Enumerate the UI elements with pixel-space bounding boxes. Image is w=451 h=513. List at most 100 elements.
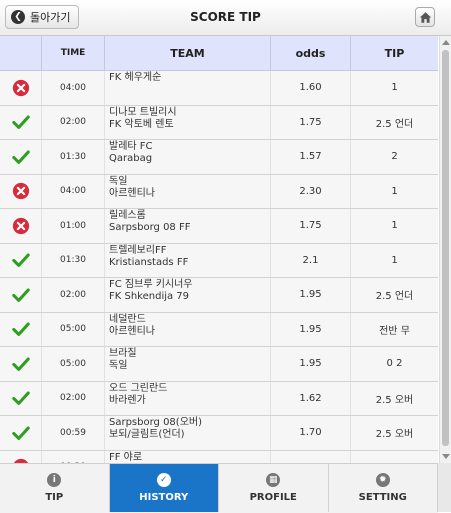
cross-circle-icon — [0, 71, 42, 105]
table-row[interactable]: 00:59 Sarpsborg 08(오버) 보되/글림트(언더) 1.70 2.5 오… — [0, 416, 438, 451]
row-tip: 1 — [391, 254, 398, 266]
scrollbar[interactable] — [439, 36, 451, 463]
row-tip: 2.5 오버 — [375, 429, 414, 441]
row-time: 01:30 — [42, 243, 105, 277]
row-team: 네덜란드 아르헨티나 — [105, 312, 271, 346]
table-row[interactable]: 02:00 FC 짐브루 키시너우 FK Shkendija 79 1.95 2.5 언… — [0, 278, 438, 313]
row-time: 01:00 — [42, 209, 105, 243]
row-team-home: 오드 그린란드 — [109, 382, 168, 394]
table-row[interactable]: 05:00 네덜란드 아르헨티나 1.95 전반 무 — [0, 312, 438, 347]
header-odds: odds — [271, 36, 351, 70]
row-tip: 1 — [391, 82, 398, 94]
table-row[interactable]: 04:00 독일 아르헨티나 2.30 1 — [0, 174, 438, 209]
row-team-away: FK Shkendija 79 — [109, 291, 190, 302]
table-header: TIME TEAM odds TIP — [0, 36, 438, 71]
table-row[interactable]: 05:00 브라질 독일 1.95 0 2 — [0, 347, 438, 382]
row-team-away: Qarabag — [109, 153, 153, 164]
check-icon — [0, 105, 42, 139]
table-row[interactable]: 01:00 릴레스롬 Sarpsborg 08 FF 1.75 1 — [0, 209, 438, 244]
row-tip: 전반 무 — [379, 325, 410, 337]
row-odds: 1.60 — [271, 71, 351, 105]
table-row[interactable]: 02:00 디나모 트빌리시 FK 악토베 렌토 1.75 2.5 언더 — [0, 105, 438, 140]
table-row[interactable]: 01:30 발레타 FC Qarabag 1.57 2 — [0, 140, 438, 175]
tab-tip[interactable]: i TIP — [0, 464, 110, 512]
check-circle-icon: ✓ — [156, 473, 171, 487]
row-time: 04:00 — [42, 174, 105, 208]
row-team-home: 릴레스롬 — [109, 210, 146, 221]
header-result — [0, 36, 42, 70]
row-tip: 2.5 언더 — [375, 291, 414, 303]
info-icon: i — [47, 473, 62, 487]
tab-bar-corner — [438, 463, 451, 512]
row-team-home: 트렐레보리FF — [109, 244, 167, 256]
row-tip: 2 — [391, 151, 398, 163]
row-team-away: 보되/글림트(언더) — [109, 429, 185, 440]
table-row[interactable]: 00:30 FF 야로 2.101 — [0, 450, 438, 463]
row-team: 디나모 트빌리시 FK 악토베 렌토 — [105, 105, 271, 139]
row-tip: 1 — [351, 451, 438, 463]
row-team: Sarpsborg 08(오버) 보되/글림트(언더) — [105, 416, 271, 450]
page-title: SCORE TIP — [190, 10, 261, 24]
tab-label: HISTORY — [139, 492, 189, 503]
row-odds: 1.95 — [271, 278, 351, 312]
scroll-down-arrow[interactable] — [442, 454, 450, 459]
grid-icon: ▦ — [266, 473, 281, 487]
row-odds: 2.1 — [271, 243, 351, 277]
row-team-away: Sarpsborg 08 FF — [109, 222, 191, 233]
check-icon — [0, 140, 42, 174]
table-row[interactable]: 04:00 FK 헤우게순 1.60 1 — [0, 71, 438, 106]
home-icon — [419, 11, 431, 23]
cross-circle-icon — [0, 450, 42, 463]
row-tip: 2.5 오버 — [375, 394, 414, 406]
row-time: 02:00 — [42, 278, 105, 312]
home-button[interactable] — [415, 7, 435, 27]
header-team: TEAM — [105, 36, 271, 70]
row-time: 00:59 — [42, 416, 105, 450]
tab-history[interactable]: ✓ HISTORY — [109, 464, 219, 512]
row-odds: 2.10 — [271, 450, 351, 463]
row-team-away: 아르헨티나 — [109, 187, 155, 199]
scrollbar-thumb[interactable] — [442, 50, 449, 446]
check-icon — [0, 312, 42, 346]
scroll-up-arrow[interactable] — [442, 40, 450, 45]
table-row[interactable]: 01:30 트렐레보리FF Kristianstads FF 2.1 1 — [0, 243, 438, 278]
history-list[interactable]: 04:00 FK 헤우게순 1.60 1 02:00 디나모 트빌리시 FK 악토베 렌토 1… — [0, 71, 438, 463]
row-time: 05:00 — [42, 347, 105, 381]
row-team: FF 야로 — [105, 450, 271, 463]
header-time: TIME — [42, 36, 105, 70]
row-team-home: FC 짐브루 키시너우 — [109, 279, 193, 290]
row-team-home: Sarpsborg 08(오버) — [109, 417, 202, 428]
row-odds: 1.95 — [271, 347, 351, 381]
row-team: 독일 아르헨티나 — [105, 174, 271, 208]
row-team-away: FK 악토베 렌토 — [109, 118, 174, 130]
row-tip: 0 2 — [386, 358, 403, 370]
tab-profile[interactable]: ▦ PROFILE — [219, 464, 329, 512]
row-team: 오드 그린란드 바라렌가 — [105, 381, 271, 415]
row-time: 05:00 — [42, 312, 105, 346]
row-team: 트렐레보리FF Kristianstads FF — [105, 243, 271, 277]
row-tip: 1 — [391, 185, 398, 197]
row-team-home: 브라질 — [109, 348, 137, 359]
table-row[interactable]: 02:00 오드 그린란드 바라렌가 1.62 2.5 오버 — [0, 381, 438, 416]
row-team-home: 네덜란드 — [109, 313, 146, 325]
row-time: 04:00 — [42, 71, 105, 105]
row-team: FC 짐브루 키시너우 FK Shkendija 79 — [105, 278, 271, 312]
cross-circle-icon — [0, 209, 42, 243]
row-team-home: 디나모 트빌리시 — [109, 106, 177, 118]
row-team-home: FF 야로 — [109, 451, 143, 463]
row-team: 발레타 FC Qarabag — [105, 140, 271, 174]
row-team: 릴레스롬 Sarpsborg 08 FF — [105, 209, 271, 243]
row-team: FK 헤우게순 — [105, 71, 271, 105]
row-odds: 1.75 — [271, 209, 351, 243]
check-icon — [0, 243, 42, 277]
tab-bar: i TIP ✓ HISTORY ▦ PROFILE ✹ SETTING — [0, 463, 438, 513]
row-odds: 1.95 — [271, 312, 351, 346]
tab-setting[interactable]: ✹ SETTING — [329, 464, 438, 512]
row-team: 브라질 독일 — [105, 347, 271, 381]
row-odds: 2.30 — [271, 174, 351, 208]
tab-label: TIP — [45, 492, 64, 503]
row-odds: 1.70 — [271, 416, 351, 450]
gear-icon: ✹ — [375, 473, 390, 487]
tab-label: SETTING — [358, 492, 407, 503]
check-icon — [0, 347, 42, 381]
